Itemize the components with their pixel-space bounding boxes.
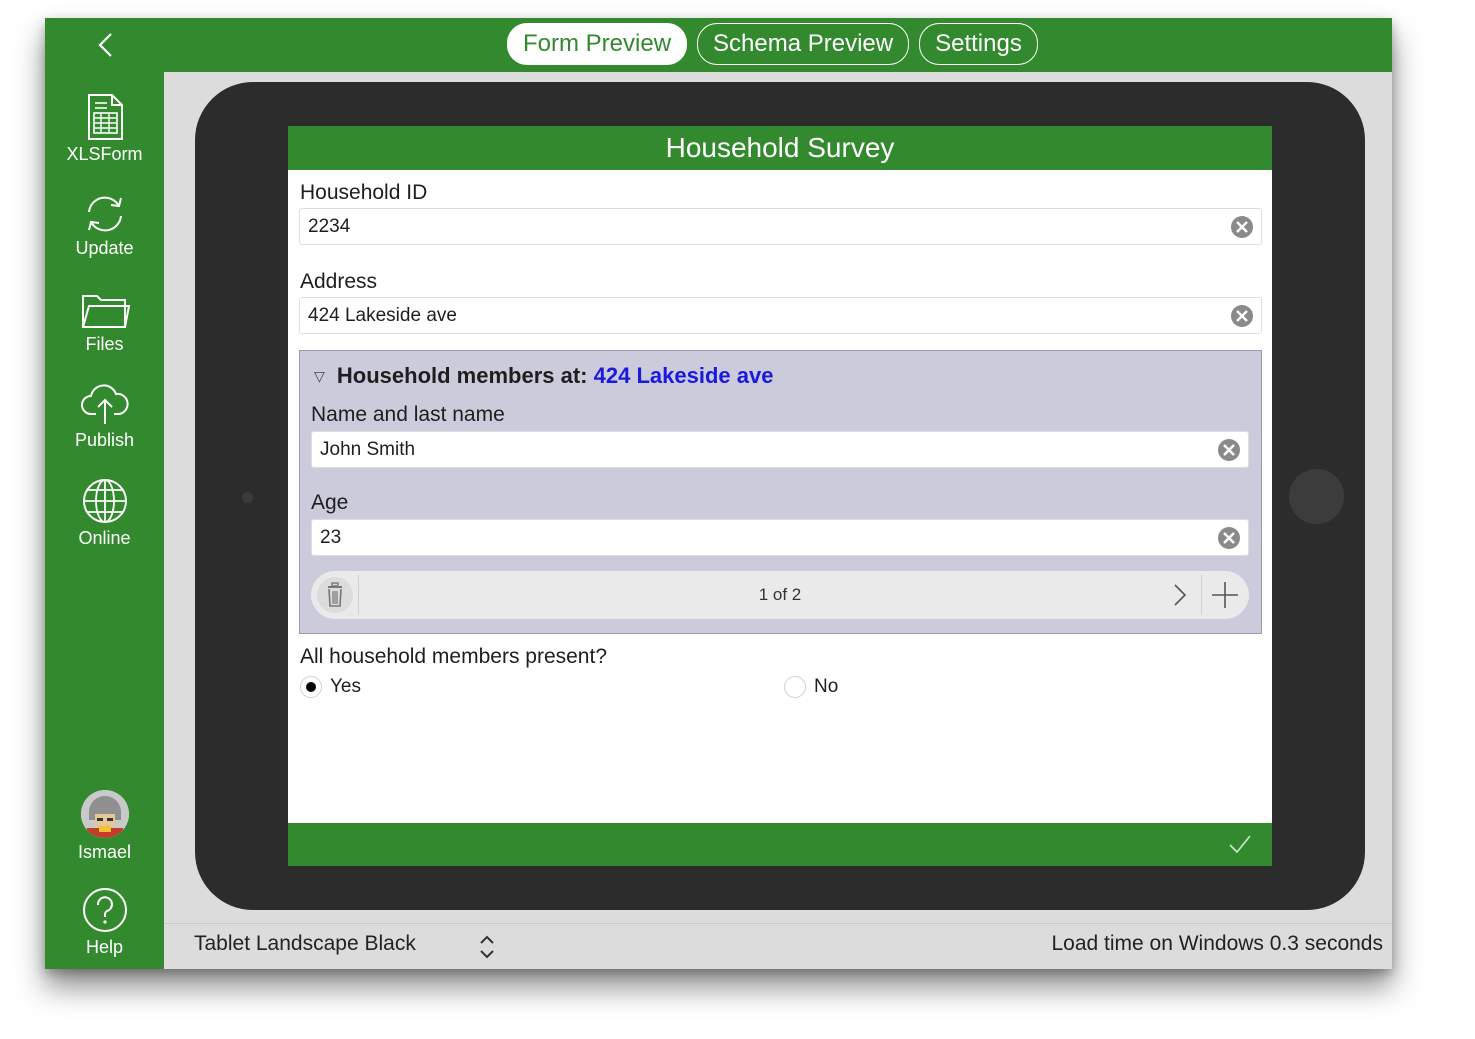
clear-name-button[interactable] [1218,439,1240,461]
address-value: 424 Lakeside ave [308,305,457,326]
view-tabs: Form Preview Schema Preview Settings [507,23,1038,67]
plus-icon [1212,582,1238,608]
back-button[interactable] [93,32,119,58]
checkmark-icon [1229,835,1251,854]
tablet-camera [242,492,253,503]
sidebar-item-label: XLSForm [66,144,143,164]
submit-button[interactable] [1228,833,1252,860]
user-profile[interactable]: Ismael [45,790,164,863]
household-members-repeat: ▽ Household members at: 424 Lakeside ave… [299,350,1262,634]
radio-label: No [814,676,839,697]
cloud-upload-icon [80,384,129,424]
close-icon [1223,532,1235,544]
chevron-up-down-icon [480,935,494,959]
sidebar-item-label: Update [75,238,134,258]
form-footer [288,823,1272,866]
refresh-icon [87,196,122,232]
chevron-left-icon [98,33,112,57]
app-window: Form Preview Schema Preview Settings XLS… [45,18,1392,969]
chevron-right-icon [1174,584,1187,606]
help-circle-icon [82,888,127,932]
add-record-button[interactable] [1207,571,1243,619]
sidebar-item-publish[interactable]: Publish [45,382,164,451]
sidebar-item-files[interactable]: Files [45,290,164,355]
top-bar: Form Preview Schema Preview Settings [45,18,1392,72]
trash-icon [317,577,353,613]
close-icon [1236,221,1248,233]
clear-age-button[interactable] [1218,527,1240,549]
form-title: Household Survey [288,126,1272,170]
divider [358,575,359,615]
present-question-label: All household members present? [300,645,608,668]
sidebar-item-label: Files [85,334,124,354]
sidebar-item-label: Publish [74,430,135,450]
delete-record-button[interactable] [315,571,355,619]
clear-household-id-button[interactable] [1231,216,1253,238]
folder-icon [81,295,130,328]
sidebar: XLSForm Update Files Publish Online Isma… [45,72,164,969]
repeat-title-prefix: Household members at: [336,363,588,388]
name-field[interactable]: John Smith [311,431,1249,468]
clear-address-button[interactable] [1231,305,1253,327]
age-field[interactable]: 23 [311,519,1249,556]
tablet-home-button [1289,469,1344,524]
household-id-value: 2234 [308,216,351,237]
divider [1201,575,1202,615]
repeat-navigation: 1 of 2 [311,571,1249,619]
tablet-frame: Household Survey Household ID 2234 Addre… [195,82,1365,910]
radio-button-selected[interactable] [300,676,322,698]
globe-icon [82,479,127,523]
radio-label: Yes [330,676,361,697]
name-label: Name and last name [311,403,505,426]
spreadsheet-icon [87,94,123,140]
user-name: Ismael [77,842,131,862]
address-label: Address [300,270,378,293]
tab-schema-preview[interactable]: Schema Preview [697,23,910,65]
household-id-label: Household ID [300,181,428,204]
name-value: John Smith [320,439,416,460]
device-select-chevron[interactable] [477,934,497,965]
tab-settings[interactable]: Settings [919,23,1038,65]
avatar [80,790,129,838]
radio-option-yes[interactable]: Yes [300,672,361,702]
age-value: 23 [320,527,342,548]
sidebar-item-update[interactable]: Update [45,194,164,259]
sidebar-item-online[interactable]: Online [45,478,164,549]
sidebar-item-help[interactable]: Help [45,887,164,958]
age-label: Age [311,491,349,514]
next-record-button[interactable] [1165,571,1195,619]
radio-option-no[interactable]: No [784,672,838,702]
sidebar-item-xlsform[interactable]: XLSForm [45,94,164,165]
radio-button[interactable] [784,676,806,698]
address-field[interactable]: 424 Lakeside ave [299,297,1262,334]
page-indicator: 1 of 2 [758,585,802,604]
repeat-title[interactable]: ▽ Household members at: 424 Lakeside ave [314,363,773,389]
sidebar-item-label: Help [85,937,124,957]
household-id-field[interactable]: 2234 [299,208,1262,245]
close-icon [1223,444,1235,456]
close-icon [1236,310,1248,322]
device-select[interactable]: Tablet Landscape Black [194,932,416,956]
repeat-title-address: 424 Lakeside ave [593,363,774,388]
bottom-bar: Tablet Landscape Black Load time on Wind… [164,923,1392,969]
load-time-status: Load time on Windows 0.3 seconds [1051,932,1383,955]
sidebar-item-label: Online [78,528,131,548]
form-screen: Household Survey Household ID 2234 Addre… [288,126,1272,866]
tab-form-preview[interactable]: Form Preview [507,23,688,65]
collapse-triangle-icon: ▽ [314,368,325,384]
